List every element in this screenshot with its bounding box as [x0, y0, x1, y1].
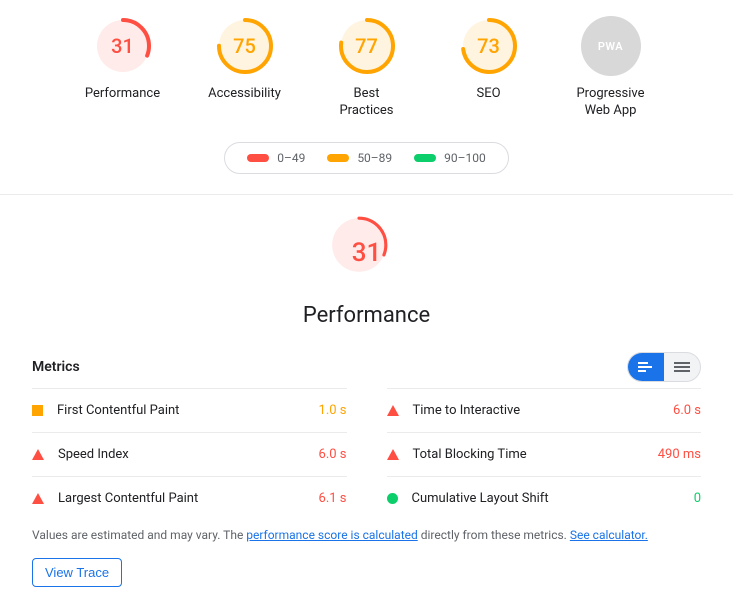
view-toggle-detailed[interactable]	[628, 353, 664, 381]
gauge-accessibility[interactable]: 75 Accessibility	[200, 16, 290, 120]
legend-fail: 0–49	[247, 151, 305, 165]
footnote-pre: Values are estimated and may vary. The	[32, 528, 246, 542]
metric-name: Time to Interactive	[413, 403, 521, 418]
metric-row[interactable]: Largest Contentful Paint 6.1 s	[32, 476, 347, 520]
metric-row[interactable]: Cumulative Layout Shift 0	[387, 476, 702, 520]
pwa-badge-icon: PWA	[581, 16, 641, 76]
metrics-heading: Metrics	[32, 359, 80, 375]
gauge-label-best-practices: BestPractices	[339, 86, 393, 120]
gauge-label-performance: Performance	[85, 86, 160, 103]
metric-value: 6.0 s	[319, 447, 347, 462]
performance-gauge: 31	[329, 215, 405, 291]
performance-title: Performance	[303, 303, 430, 328]
legend-pass-swatch	[414, 154, 436, 162]
legend-fail-label: 0–49	[277, 151, 305, 165]
performance-header: 31 Performance	[32, 215, 701, 328]
metric-value: 1.0 s	[319, 403, 347, 418]
list-left-icon	[638, 361, 654, 373]
legend-average-label: 50–89	[357, 151, 392, 165]
gauge-seo[interactable]: 73 SEO	[444, 16, 534, 120]
gauge-pwa[interactable]: PWA ProgressiveWeb App	[566, 16, 656, 120]
legend-pass: 90–100	[414, 151, 486, 165]
metric-name: Cumulative Layout Shift	[412, 491, 549, 506]
triangle-icon	[387, 405, 399, 416]
metric-name: Total Blocking Time	[413, 447, 527, 462]
gauge-best-practices[interactable]: 77 BestPractices	[322, 16, 412, 120]
gauge-ring-seo: 73	[459, 16, 519, 76]
footnote-link-calculator[interactable]: See calculator.	[570, 528, 648, 542]
legend-average-swatch	[327, 154, 349, 162]
list-lines-icon	[674, 361, 690, 373]
legend-average: 50–89	[327, 151, 392, 165]
metrics-grid: First Contentful Paint 1.0 s Time to Inte…	[32, 388, 701, 520]
footnote-link-calculation[interactable]: performance score is calculated	[246, 528, 417, 542]
metric-name: Speed Index	[58, 447, 129, 462]
view-toggle-compact[interactable]	[664, 353, 700, 381]
footnote-mid: directly from these metrics.	[418, 528, 570, 542]
gauge-performance[interactable]: 31 Performance	[78, 16, 168, 120]
legend-fail-swatch	[247, 154, 269, 162]
gauge-label-accessibility: Accessibility	[208, 86, 281, 103]
gauge-label-pwa: ProgressiveWeb App	[576, 86, 644, 120]
category-gauges: 31 Performance 75 Accessibility 77 BestPrac…	[0, 0, 733, 128]
metric-value: 490 ms	[658, 447, 701, 462]
metric-value: 6.1 s	[319, 491, 347, 506]
metric-name: First Contentful Paint	[57, 403, 179, 418]
performance-section: 31 Performance Metrics First Contentful	[0, 195, 733, 607]
metric-row[interactable]: First Contentful Paint 1.0 s	[32, 388, 347, 432]
metric-row[interactable]: Total Blocking Time 490 ms	[387, 432, 702, 476]
square-icon	[32, 405, 43, 416]
score-legend-container: 0–49 50–89 90–100	[0, 142, 733, 174]
metric-name: Largest Contentful Paint	[58, 491, 198, 506]
triangle-icon	[32, 449, 44, 460]
metric-row[interactable]: Speed Index 6.0 s	[32, 432, 347, 476]
circle-icon	[387, 493, 398, 504]
triangle-icon	[32, 493, 44, 504]
triangle-icon	[387, 449, 399, 460]
metric-value: 6.0 s	[673, 403, 701, 418]
score-legend: 0–49 50–89 90–100	[224, 142, 509, 174]
metric-value: 0	[694, 491, 701, 506]
legend-pass-label: 90–100	[444, 151, 486, 165]
metrics-header: Metrics	[32, 352, 701, 382]
metrics-footnote: Values are estimated and may vary. The p…	[32, 528, 701, 542]
view-trace-button[interactable]: View Trace	[32, 558, 122, 587]
gauge-ring-best-practices: 77	[337, 16, 397, 76]
metrics-view-toggle	[627, 352, 701, 382]
gauge-ring-performance: 31	[93, 16, 153, 76]
gauge-ring-accessibility: 75	[215, 16, 275, 76]
gauge-label-seo: SEO	[476, 86, 500, 103]
metric-row[interactable]: Time to Interactive 6.0 s	[387, 388, 702, 432]
